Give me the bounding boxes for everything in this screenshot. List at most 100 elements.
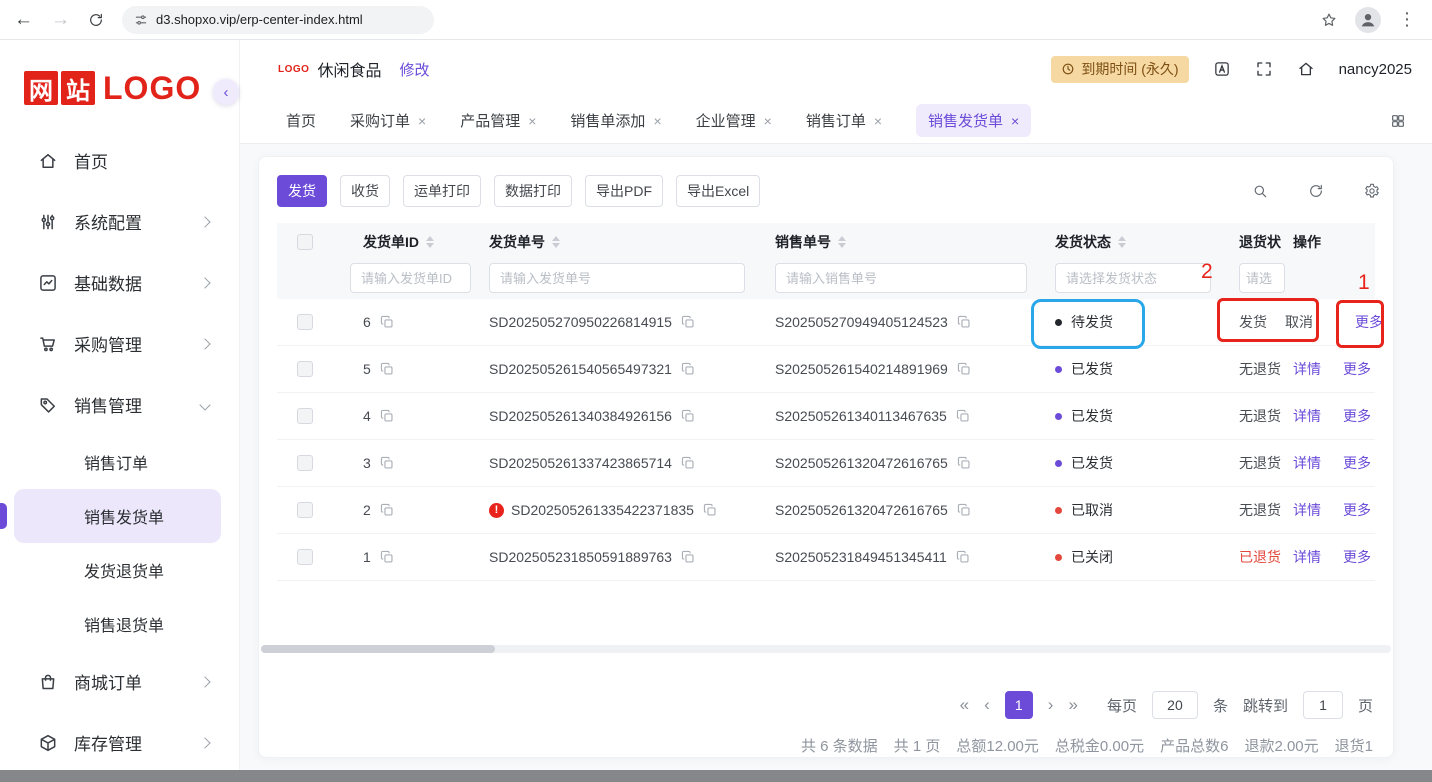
sidebar-item-home[interactable]: 首页 — [0, 130, 239, 191]
row-action-detail[interactable]: 详情 — [1293, 547, 1321, 567]
sort-icon[interactable] — [426, 236, 434, 248]
copy-icon[interactable] — [681, 550, 695, 564]
reload-icon[interactable] — [88, 12, 104, 28]
sidebar-item-system-config[interactable]: 系统配置 — [0, 191, 239, 252]
current-page-button[interactable]: 1 — [1004, 691, 1033, 719]
row-action-detail[interactable]: 详情 — [1293, 500, 1321, 520]
grid-icon[interactable] — [1390, 113, 1406, 129]
copy-icon[interactable] — [380, 409, 394, 423]
copy-icon[interactable] — [380, 362, 394, 376]
sidebar-item-purchase[interactable]: 采购管理 — [0, 313, 239, 374]
row-action-more[interactable]: 更多 — [1343, 547, 1371, 567]
last-page-button[interactable]: » — [1068, 695, 1077, 715]
row-checkbox[interactable] — [297, 502, 313, 518]
browser-menu-icon[interactable]: ⋮ — [1398, 9, 1416, 30]
filter-return-status-select[interactable] — [1239, 263, 1285, 293]
tab-close-icon[interactable]: × — [418, 113, 426, 129]
data-print-button[interactable]: 数据打印 — [494, 175, 572, 207]
copy-icon[interactable] — [957, 315, 971, 329]
tab-close-icon[interactable]: × — [1011, 113, 1019, 129]
copy-icon[interactable] — [380, 315, 394, 329]
sort-icon[interactable] — [552, 236, 560, 248]
row-action-more[interactable]: 更多 — [1343, 500, 1371, 520]
copy-icon[interactable] — [380, 456, 394, 470]
row-action-detail[interactable]: 详情 — [1293, 359, 1321, 379]
sort-icon[interactable] — [1118, 236, 1126, 248]
fullscreen-icon[interactable] — [1255, 60, 1273, 78]
export-pdf-button[interactable]: 导出PDF — [585, 175, 663, 207]
edit-link[interactable]: 修改 — [399, 59, 429, 80]
row-action-more[interactable]: 更多 — [1343, 406, 1371, 426]
copy-icon[interactable] — [957, 456, 971, 470]
tab-product-management[interactable]: 产品管理 × — [460, 110, 536, 131]
sidebar-collapse-button[interactable]: ‹ — [213, 79, 239, 105]
sidebar-item-sales[interactable]: 销售管理 — [0, 374, 239, 435]
copy-icon[interactable] — [957, 503, 971, 517]
scrollbar-thumb[interactable] — [261, 645, 495, 653]
search-icon[interactable] — [1252, 183, 1268, 199]
copy-icon[interactable] — [956, 550, 970, 564]
sidebar-item-mall-orders[interactable]: 商城订单 — [0, 651, 239, 712]
per-page-input[interactable] — [1151, 691, 1198, 719]
url-bar[interactable]: d3.shopxo.vip/erp-center-index.html — [122, 5, 434, 34]
refresh-icon[interactable] — [1308, 183, 1324, 199]
tab-sales-orders[interactable]: 销售订单 × — [806, 110, 882, 131]
sidebar-subitem-sales-delivery-orders[interactable]: 销售发货单 — [14, 489, 221, 543]
copy-icon[interactable] — [380, 503, 394, 517]
settings-icon[interactable] — [1364, 183, 1380, 199]
back-icon[interactable]: ← — [14, 10, 33, 29]
row-checkbox[interactable] — [297, 549, 313, 565]
row-checkbox[interactable] — [297, 314, 313, 330]
copy-icon[interactable] — [681, 409, 695, 423]
tab-close-icon[interactable]: × — [874, 113, 882, 129]
filter-delivery-no-input[interactable] — [489, 263, 745, 293]
prev-page-button[interactable]: ‹ — [984, 695, 990, 715]
sidebar-item-base-data[interactable]: 基础数据 — [0, 252, 239, 313]
select-all-checkbox[interactable] — [297, 234, 313, 250]
row-action-detail[interactable]: 详情 — [1293, 453, 1321, 473]
tab-sales-delivery-orders[interactable]: 销售发货单 × — [916, 104, 1032, 137]
ship-button[interactable]: 发货 — [277, 175, 327, 207]
row-action-more[interactable]: 更多 — [1343, 453, 1371, 473]
export-excel-button[interactable]: 导出Excel — [676, 175, 761, 207]
filter-status-select[interactable] — [1055, 263, 1211, 293]
sidebar-subitem-sales-orders[interactable]: 销售订单 — [14, 435, 221, 489]
tab-close-icon[interactable]: × — [528, 113, 536, 129]
profile-avatar-icon[interactable] — [1355, 6, 1381, 33]
home-icon[interactable] — [1297, 60, 1315, 78]
copy-icon[interactable] — [957, 362, 971, 376]
copy-icon[interactable] — [956, 409, 970, 423]
row-action-detail[interactable]: 详情 — [1293, 406, 1321, 426]
row-checkbox[interactable] — [297, 408, 313, 424]
row-action-more[interactable]: 更多 — [1355, 312, 1383, 332]
sort-icon[interactable] — [838, 236, 846, 248]
bookmark-star-icon[interactable] — [1320, 11, 1338, 29]
filter-delivery-id-input[interactable] — [350, 263, 471, 293]
row-action-ship[interactable]: 发货 — [1239, 312, 1267, 332]
tab-close-icon[interactable]: × — [764, 113, 772, 129]
sidebar-subitem-delivery-returns[interactable]: 发货退货单 — [14, 543, 221, 597]
jump-page-input[interactable] — [1302, 691, 1343, 719]
row-checkbox[interactable] — [297, 455, 313, 471]
tab-purchase-orders[interactable]: 采购订单 × — [350, 110, 426, 131]
row-action-more[interactable]: 更多 — [1343, 359, 1371, 379]
copy-icon[interactable] — [380, 550, 394, 564]
row-checkbox[interactable] — [297, 361, 313, 377]
row-action-cancel[interactable]: 取消 — [1285, 312, 1313, 332]
tab-enterprise-management[interactable]: 企业管理 × — [696, 110, 772, 131]
copy-icon[interactable] — [681, 456, 695, 470]
forward-icon[interactable]: → — [51, 10, 70, 29]
language-icon[interactable] — [1213, 60, 1231, 78]
filter-sales-no-input[interactable] — [775, 263, 1027, 293]
waybill-print-button[interactable]: 运单打印 — [403, 175, 481, 207]
copy-icon[interactable] — [703, 503, 717, 517]
copy-icon[interactable] — [681, 362, 695, 376]
username[interactable]: nancy2025 — [1339, 61, 1412, 78]
first-page-button[interactable]: « — [960, 695, 969, 715]
sidebar-subitem-sales-returns[interactable]: 销售退货单 — [14, 597, 221, 651]
tab-sales-order-add[interactable]: 销售单添加 × — [570, 110, 661, 131]
site-settings-icon[interactable] — [134, 13, 148, 27]
horizontal-scrollbar[interactable] — [261, 645, 1391, 653]
sidebar-item-inventory[interactable]: 库存管理 — [0, 712, 239, 773]
next-page-button[interactable]: › — [1048, 695, 1054, 715]
